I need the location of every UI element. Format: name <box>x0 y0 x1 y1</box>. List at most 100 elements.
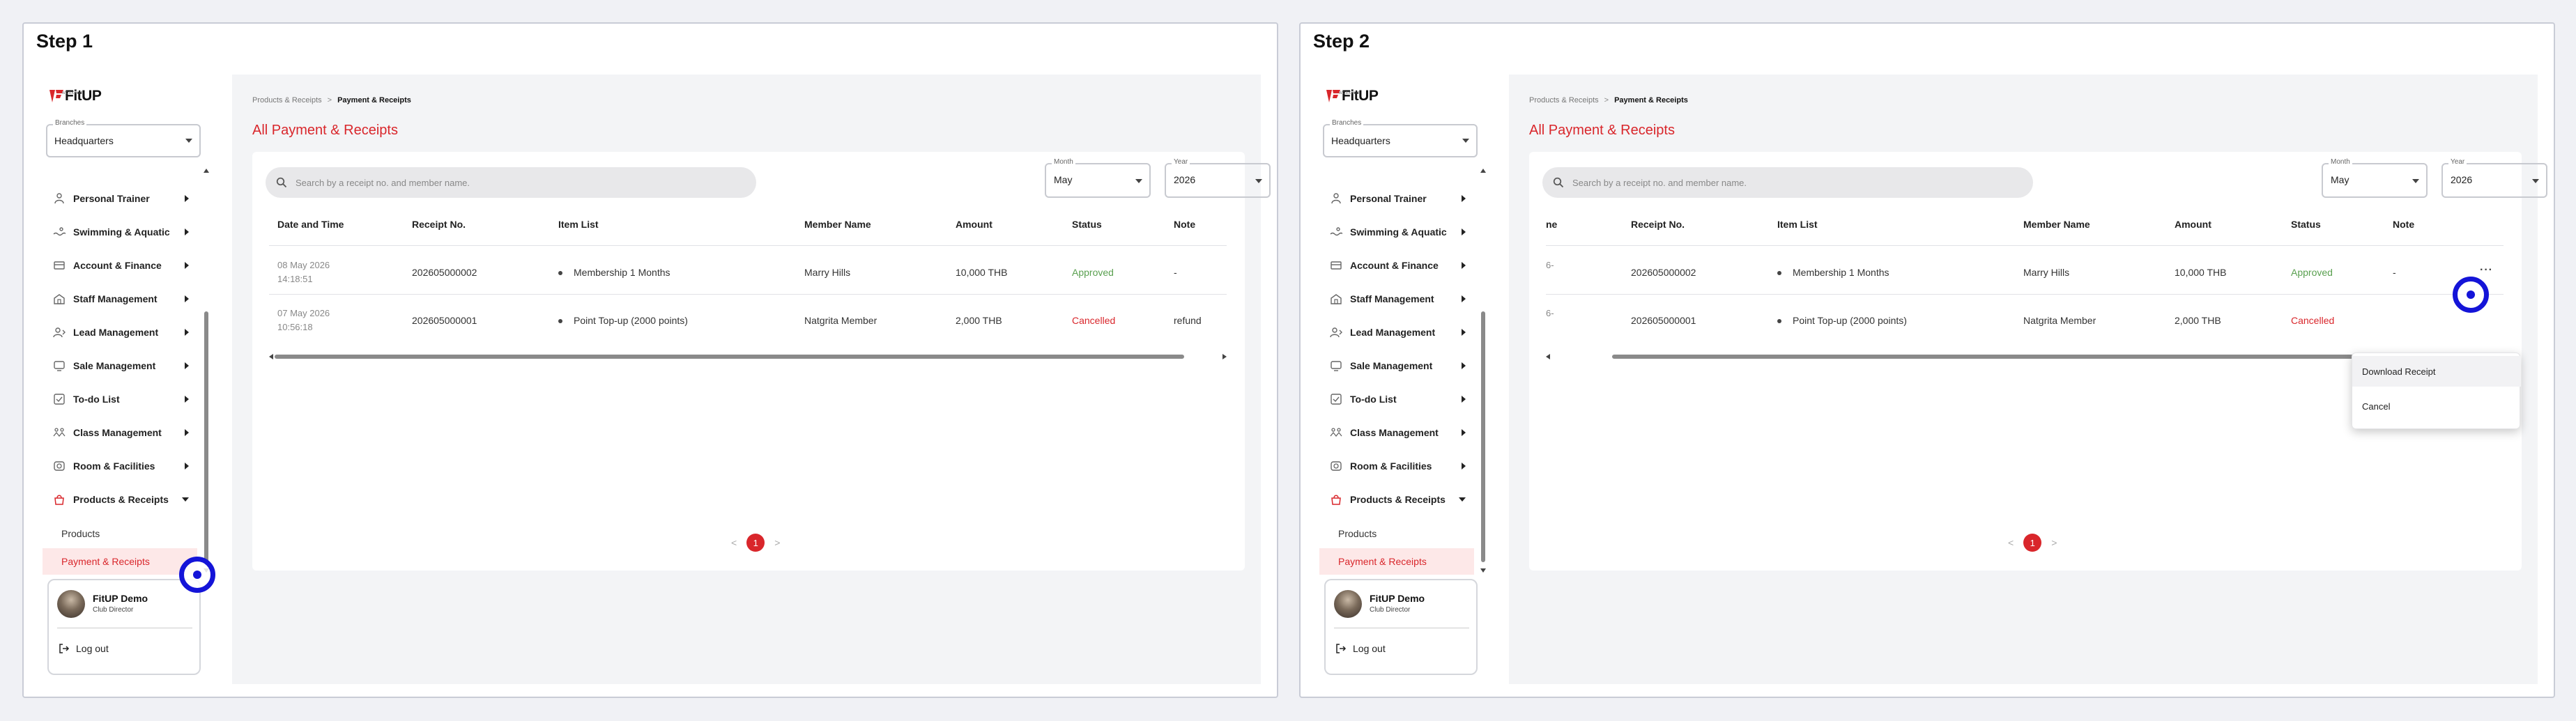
table-horizontal-scrollbar[interactable] <box>269 354 1227 361</box>
prev-page-button[interactable]: < <box>731 537 737 548</box>
branch-label: Branches <box>1330 119 1364 127</box>
profile-role: Club Director <box>1370 606 1411 614</box>
sidebar-item-products-receipts[interactable]: Products & Receipts <box>43 486 197 513</box>
scroll-thumb[interactable] <box>275 355 1184 359</box>
sidebar-item-label: Products & Receipts <box>73 494 169 505</box>
page-title: All Payment & Receipts <box>252 123 398 138</box>
sidebar-subitem-payment-receipts[interactable]: Payment & Receipts <box>1319 548 1474 575</box>
sidebar-item-label: Swimming & Aquatic <box>1350 226 1447 238</box>
sidebar-item-label: Lead Management <box>73 327 159 338</box>
sale-icon <box>1328 359 1344 372</box>
trainer-icon <box>1328 192 1344 205</box>
sidebar-item-lead-management[interactable]: Lead Management <box>43 318 197 346</box>
row-date-time: 14:18:51 <box>277 274 313 284</box>
month-select[interactable]: Month May <box>1045 158 1151 198</box>
sidebar-item-account-finance[interactable]: Account & Finance <box>43 251 197 279</box>
sidebar-item-products-receipts[interactable]: Products & Receipts <box>1319 486 1474 513</box>
sidebar-item-label: Room & Facilities <box>1350 460 1432 472</box>
chevron-down-icon <box>2412 179 2419 183</box>
branch-select[interactable]: Branches Headquarters <box>46 119 201 157</box>
sidebar-subitem-payment-receipts[interactable]: Payment & Receipts <box>43 548 197 575</box>
search-input[interactable]: Search by a receipt no. and member name. <box>1542 167 2033 198</box>
sidebar-item-label: Sale Management <box>1350 360 1433 371</box>
step-title: Step 1 <box>36 31 93 52</box>
profile-name: FitUP Demo <box>1370 593 1425 604</box>
month-label: Month <box>2329 158 2352 166</box>
row-date: 08 May 2026 14:18:51 <box>277 258 330 286</box>
column-header: ne <box>1546 219 1558 230</box>
sidebar-item-label: Account & Finance <box>73 260 162 271</box>
scroll-right-icon[interactable] <box>1222 354 1227 359</box>
logo-icon <box>49 90 63 102</box>
main-content: Products & Receipts > Payment & Receipts… <box>232 75 1271 684</box>
scroll-thumb[interactable] <box>1481 311 1485 562</box>
sidebar-item-class-management[interactable]: Class Management <box>1319 419 1474 447</box>
sidebar-item-to-do-list[interactable]: To-do List <box>43 385 197 413</box>
products-icon <box>1328 493 1344 506</box>
logo-subtext: WORKOUT <box>1339 91 1360 95</box>
sidebar-item-personal-trainer[interactable]: Personal Trainer <box>1319 185 1474 212</box>
bullet-icon <box>558 271 562 276</box>
avatar <box>57 590 85 618</box>
prev-page-button[interactable]: < <box>2008 537 2014 548</box>
row-item-label: Point Top-up (2000 points) <box>1793 315 1907 326</box>
download-receipt-menu-item[interactable]: Download Receipt <box>2352 356 2521 387</box>
scroll-up-icon[interactable] <box>1480 169 1486 173</box>
chevron-down-icon <box>1459 497 1466 502</box>
scroll-down-icon[interactable] <box>1480 568 1486 573</box>
sidebar-item-account-finance[interactable]: Account & Finance <box>1319 251 1474 279</box>
breadcrumb-parent[interactable]: Products & Receipts <box>252 96 322 104</box>
bullet-icon <box>1777 271 1781 276</box>
scroll-up-icon[interactable] <box>204 169 209 173</box>
year-select[interactable]: Year 2026 <box>2441 158 2547 198</box>
more-options-icon[interactable]: ··· <box>2480 264 2493 277</box>
staff-icon <box>1328 293 1344 305</box>
sidebar-item-swimming-aquatic[interactable]: Swimming & Aquatic <box>1319 218 1474 246</box>
sidebar-item-sale-management[interactable]: Sale Management <box>1319 352 1474 380</box>
scroll-left-icon[interactable] <box>1546 354 1550 359</box>
logout-button[interactable]: Log out <box>59 643 109 654</box>
column-header: Item List <box>1777 219 1818 230</box>
sidebar-item-room-facilities[interactable]: Room & Facilities <box>1319 452 1474 480</box>
next-page-button[interactable]: > <box>2051 537 2057 548</box>
scroll-left-icon[interactable] <box>269 354 273 359</box>
month-select[interactable]: Month May <box>2322 158 2428 198</box>
cancel-menu-item[interactable]: Cancel <box>2352 391 2521 421</box>
logout-button[interactable]: Log out <box>1335 643 1386 654</box>
sidebar-item-staff-management[interactable]: Staff Management <box>1319 285 1474 313</box>
column-header: Amount <box>956 219 992 230</box>
chevron-right-icon <box>185 195 189 202</box>
sidebar-item-room-facilities[interactable]: Room & Facilities <box>43 452 197 480</box>
sidebar-subitem-products[interactable]: Products <box>43 520 197 547</box>
click-indicator <box>179 557 215 593</box>
sidebar-subitem-products[interactable]: Products <box>1319 520 1474 547</box>
bullet-icon <box>1777 319 1781 324</box>
page-button[interactable]: 1 <box>746 534 765 552</box>
sidebar-item-label: Personal Trainer <box>73 193 150 204</box>
breadcrumb-parent[interactable]: Products & Receipts <box>1529 96 1599 104</box>
row-receipt-no: 202605000001 <box>1631 315 1696 326</box>
chevron-down-icon <box>1462 139 1469 143</box>
chevron-right-icon <box>1462 396 1466 403</box>
next-page-button[interactable]: > <box>774 537 780 548</box>
chevron-right-icon <box>1462 429 1466 436</box>
sidebar-scrollbar[interactable] <box>204 169 209 573</box>
sidebar-item-lead-management[interactable]: Lead Management <box>1319 318 1474 346</box>
sidebar-item-swimming-aquatic[interactable]: Swimming & Aquatic <box>43 218 197 246</box>
breadcrumb: Products & Receipts > Payment & Receipts <box>1529 96 1688 104</box>
sidebar-item-to-do-list[interactable]: To-do List <box>1319 385 1474 413</box>
page-button[interactable]: 1 <box>2023 534 2042 552</box>
sidebar-item-class-management[interactable]: Class Management <box>43 419 197 447</box>
sidebar-item-staff-management[interactable]: Staff Management <box>43 285 197 313</box>
sidebar-item-sale-management[interactable]: Sale Management <box>43 352 197 380</box>
sidebar-scrollbar[interactable] <box>1480 169 1486 573</box>
sidebar-item-personal-trainer[interactable]: Personal Trainer <box>43 185 197 212</box>
search-input[interactable]: Search by a receipt no. and member name. <box>266 167 756 198</box>
step-2-panel: Step 2 FitUP WORKOUT Branches Headquarte… <box>1299 22 2555 698</box>
row-item-label: Membership 1 Months <box>1793 267 1889 278</box>
year-select[interactable]: Year 2026 <box>1165 158 1271 198</box>
sidebar-item-label: Swimming & Aquatic <box>73 226 170 238</box>
branch-select[interactable]: Branches Headquarters <box>1323 119 1478 157</box>
status-badge: Cancelled <box>1072 315 1116 326</box>
scroll-thumb[interactable] <box>204 311 208 562</box>
